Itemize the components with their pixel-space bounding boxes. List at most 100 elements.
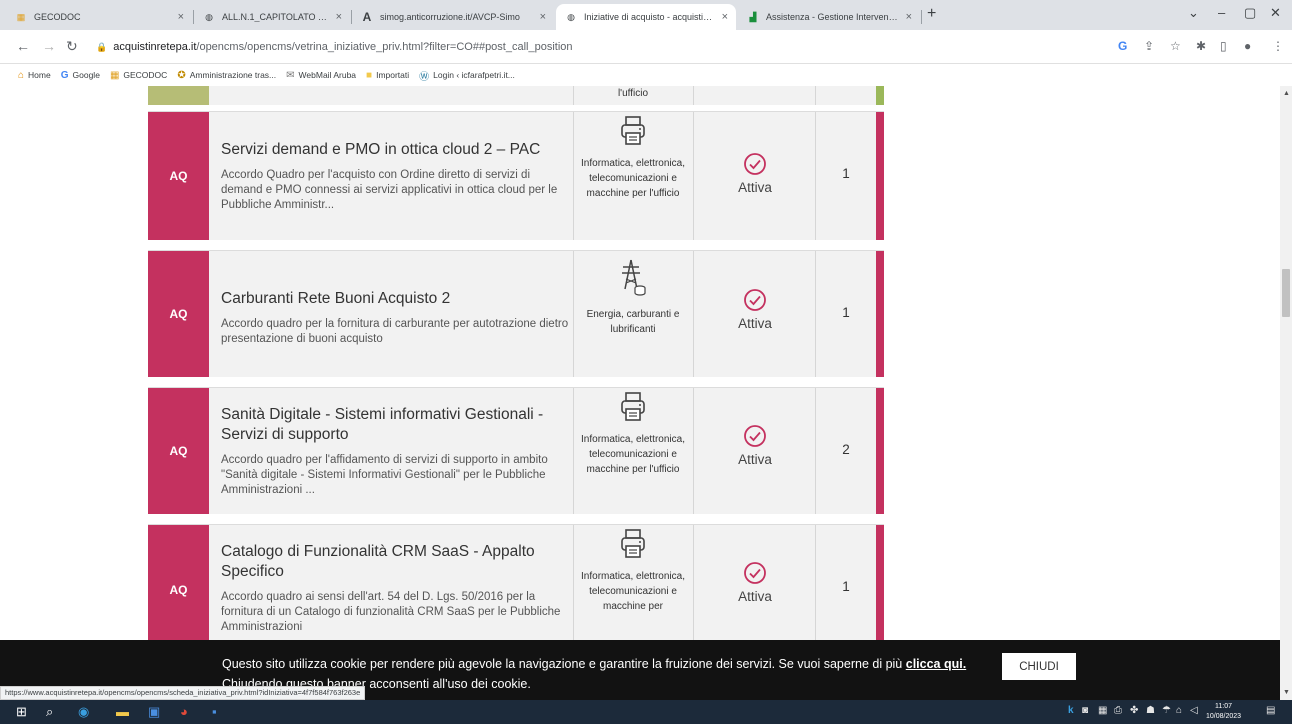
bookmark-home[interactable]: ⌂ Home xyxy=(18,70,51,81)
folder-icon: ■ xyxy=(366,69,373,81)
mail-icon: ✉ xyxy=(286,69,295,81)
category-color-bar xyxy=(148,86,209,105)
browser-tab-bar: ▦ GECODOC × ◍ ALL.N.1_CAPITOLATO TECNICO… xyxy=(0,0,1292,30)
reload-icon[interactable]: ↻ xyxy=(66,38,78,55)
windows-taskbar: ⊞ ⌕ ◉ ▬ ▣ ◕ ▪ k ◙ ▦ ⎙ ✤ ☗ ☂ ⌂ ◁ 11:07 10… xyxy=(0,700,1292,724)
check-circle-icon xyxy=(744,153,766,175)
status-label: Attiva xyxy=(738,180,772,195)
initiative-row[interactable]: AQ Sanità Digitale - Sistemi informativi… xyxy=(148,387,884,514)
tab-assistenza[interactable]: ▟ Assistenza - Gestione Interventi PNI × xyxy=(738,4,920,30)
bookmark-amministrazione[interactable]: ✪ Amministrazione tras... xyxy=(177,70,276,81)
google-icon[interactable]: G xyxy=(1118,39,1127,53)
close-icon[interactable]: × xyxy=(722,11,728,23)
network-icon[interactable]: ⌂ xyxy=(1176,705,1182,716)
status-bar-url: https://www.acquistinretepa.it/opencms/o… xyxy=(0,686,366,700)
initiative-title[interactable]: Carburanti Rete Buoni Acquisto 2 xyxy=(221,289,573,309)
initiative-title[interactable]: Servizi demand e PMO in ottica cloud 2 –… xyxy=(221,140,573,160)
tray-app-icon[interactable]: ✤ xyxy=(1130,705,1138,716)
scroll-down-arrow-icon[interactable]: ▼ xyxy=(1283,689,1290,696)
initiative-title[interactable]: Sanità Digitale - Sistemi informativi Ge… xyxy=(221,405,573,445)
close-icon[interactable]: × xyxy=(906,11,912,23)
bookmark-star-icon[interactable]: ☆ xyxy=(1170,39,1181,53)
status-label: Attiva xyxy=(738,316,772,331)
window-close-icon[interactable]: ✕ xyxy=(1270,5,1281,21)
tray-app-icon[interactable]: ▦ xyxy=(1098,705,1107,716)
minimize-icon[interactable]: – xyxy=(1218,5,1225,20)
edge-browser-icon[interactable]: ◉ xyxy=(78,704,89,720)
tray-k-icon[interactable]: k xyxy=(1068,705,1074,716)
initiative-row[interactable]: AQ Catalogo di Funzionalità CRM SaaS - A… xyxy=(148,524,884,640)
forward-arrow-icon[interactable]: → xyxy=(42,38,56,54)
wordpress-icon: Ⓦ xyxy=(419,71,430,83)
tray-app-icon[interactable]: ◙ xyxy=(1082,705,1088,716)
type-badge: AQ xyxy=(148,251,209,377)
cookie-info-link[interactable]: clicca qui. xyxy=(906,657,966,671)
initiative-title[interactable]: Catalogo di Funzionalità CRM SaaS - Appa… xyxy=(221,542,573,582)
tray-app-icon[interactable]: ⎙ xyxy=(1114,705,1122,716)
bookmark-gecodoc[interactable]: ▦ GECODOC xyxy=(110,70,167,81)
share-icon[interactable]: ⇪ xyxy=(1144,39,1154,53)
new-tab-icon[interactable]: + xyxy=(927,5,936,23)
power-pylon-icon xyxy=(622,259,646,296)
home-icon: ⌂ xyxy=(18,69,25,81)
tab-search-chevron-icon[interactable]: ⌄ xyxy=(1188,5,1199,21)
tray-app-icon[interactable]: ☗ xyxy=(1146,705,1155,716)
initiative-row[interactable]: AQ Carburanti Rete Buoni Acquisto 2 Acco… xyxy=(148,250,884,377)
category-label: l'ufficio xyxy=(617,88,649,99)
category-label: Informatica, elettronica, telecomunicazi… xyxy=(581,571,685,612)
app-icon[interactable]: ▪ xyxy=(212,704,217,719)
lots-count: 1 xyxy=(842,166,850,181)
sidepanel-icon[interactable]: ▯ xyxy=(1220,39,1227,53)
initiative-description: Accordo quadro ai sensi dell'art. 54 del… xyxy=(221,591,561,633)
volume-icon[interactable]: ◁ xyxy=(1190,705,1198,716)
url-field[interactable]: 🔒 acquistinretepa.it/opencms/opencms/vet… xyxy=(96,36,573,58)
close-icon[interactable]: × xyxy=(540,11,546,23)
globe-icon: ◍ xyxy=(567,11,575,22)
page-scrollbar[interactable]: ▲ ▼ xyxy=(1280,86,1292,700)
bookmark-google[interactable]: G Google xyxy=(61,70,100,81)
search-icon[interactable]: ⌕ xyxy=(46,704,53,720)
chrome-icon[interactable]: ◕ xyxy=(180,704,188,719)
status-color-bar xyxy=(876,525,884,640)
emblem-icon: ✪ xyxy=(177,69,186,81)
initiative-description: Accordo quadro per l'affidamento di serv… xyxy=(221,454,548,496)
tab-iniziative-active[interactable]: ◍ Iniziative di acquisto - acquistinrete… xyxy=(556,4,736,30)
menu-dots-icon[interactable]: ⋮ xyxy=(1272,39,1284,53)
file-explorer-icon[interactable]: ▬ xyxy=(116,704,129,719)
tray-app-icon[interactable]: ☂ xyxy=(1162,705,1171,716)
scroll-up-arrow-icon[interactable]: ▲ xyxy=(1283,90,1290,97)
bookmark-importati[interactable]: ■ Importati xyxy=(366,70,409,81)
tab-separator xyxy=(921,10,922,24)
scrollbar-thumb[interactable] xyxy=(1282,269,1290,317)
status-label: Attiva xyxy=(738,589,772,604)
type-badge: AQ xyxy=(148,112,209,240)
lots-count: 1 xyxy=(842,579,850,594)
bookmark-webmail[interactable]: ✉ WebMail Aruba xyxy=(286,70,356,81)
initiative-row[interactable]: AQ Servizi demand e PMO in ottica cloud … xyxy=(148,111,884,240)
status-color-bar xyxy=(876,251,884,377)
status-color-bar xyxy=(876,388,884,514)
close-icon[interactable]: × xyxy=(178,11,184,23)
close-cookie-button[interactable]: CHIUDI xyxy=(1002,653,1076,680)
address-bar-row: ← → ↻ 🔒 acquistinretepa.it/opencms/openc… xyxy=(0,30,1292,64)
check-circle-icon xyxy=(744,562,766,584)
printer-icon xyxy=(621,529,645,558)
tab-gecodoc[interactable]: ▦ GECODOC × xyxy=(6,4,192,30)
lots-count: 2 xyxy=(842,442,850,457)
profile-avatar-icon[interactable]: ● xyxy=(1244,39,1251,53)
back-arrow-icon[interactable]: ← xyxy=(16,38,30,54)
lock-icon: 🔒 xyxy=(96,41,108,52)
restore-icon[interactable]: ▢ xyxy=(1244,5,1256,21)
bookmark-login[interactable]: Ⓦ Login ‹ icfarafpetri.it... xyxy=(419,68,515,83)
gecodoc-icon: ▦ xyxy=(109,69,120,81)
notifications-icon[interactable]: ▤ xyxy=(1266,705,1275,716)
taskbar-clock[interactable]: 11:07 10/08/2023 xyxy=(1206,702,1241,722)
close-icon[interactable]: × xyxy=(336,11,342,23)
lots-count: 1 xyxy=(842,305,850,320)
store-icon[interactable]: ▣ xyxy=(148,704,160,720)
tab-capitolato[interactable]: ◍ ALL.N.1_CAPITOLATO TECNICO_IC_ × xyxy=(194,4,350,30)
windows-start-icon[interactable]: ⊞ xyxy=(16,704,27,720)
extensions-icon[interactable]: ✱ xyxy=(1196,39,1206,53)
tab-simog[interactable]: A simog.anticorruzione.it/AVCP-Simo × xyxy=(352,4,554,30)
chart-icon: ▟ xyxy=(749,11,757,22)
